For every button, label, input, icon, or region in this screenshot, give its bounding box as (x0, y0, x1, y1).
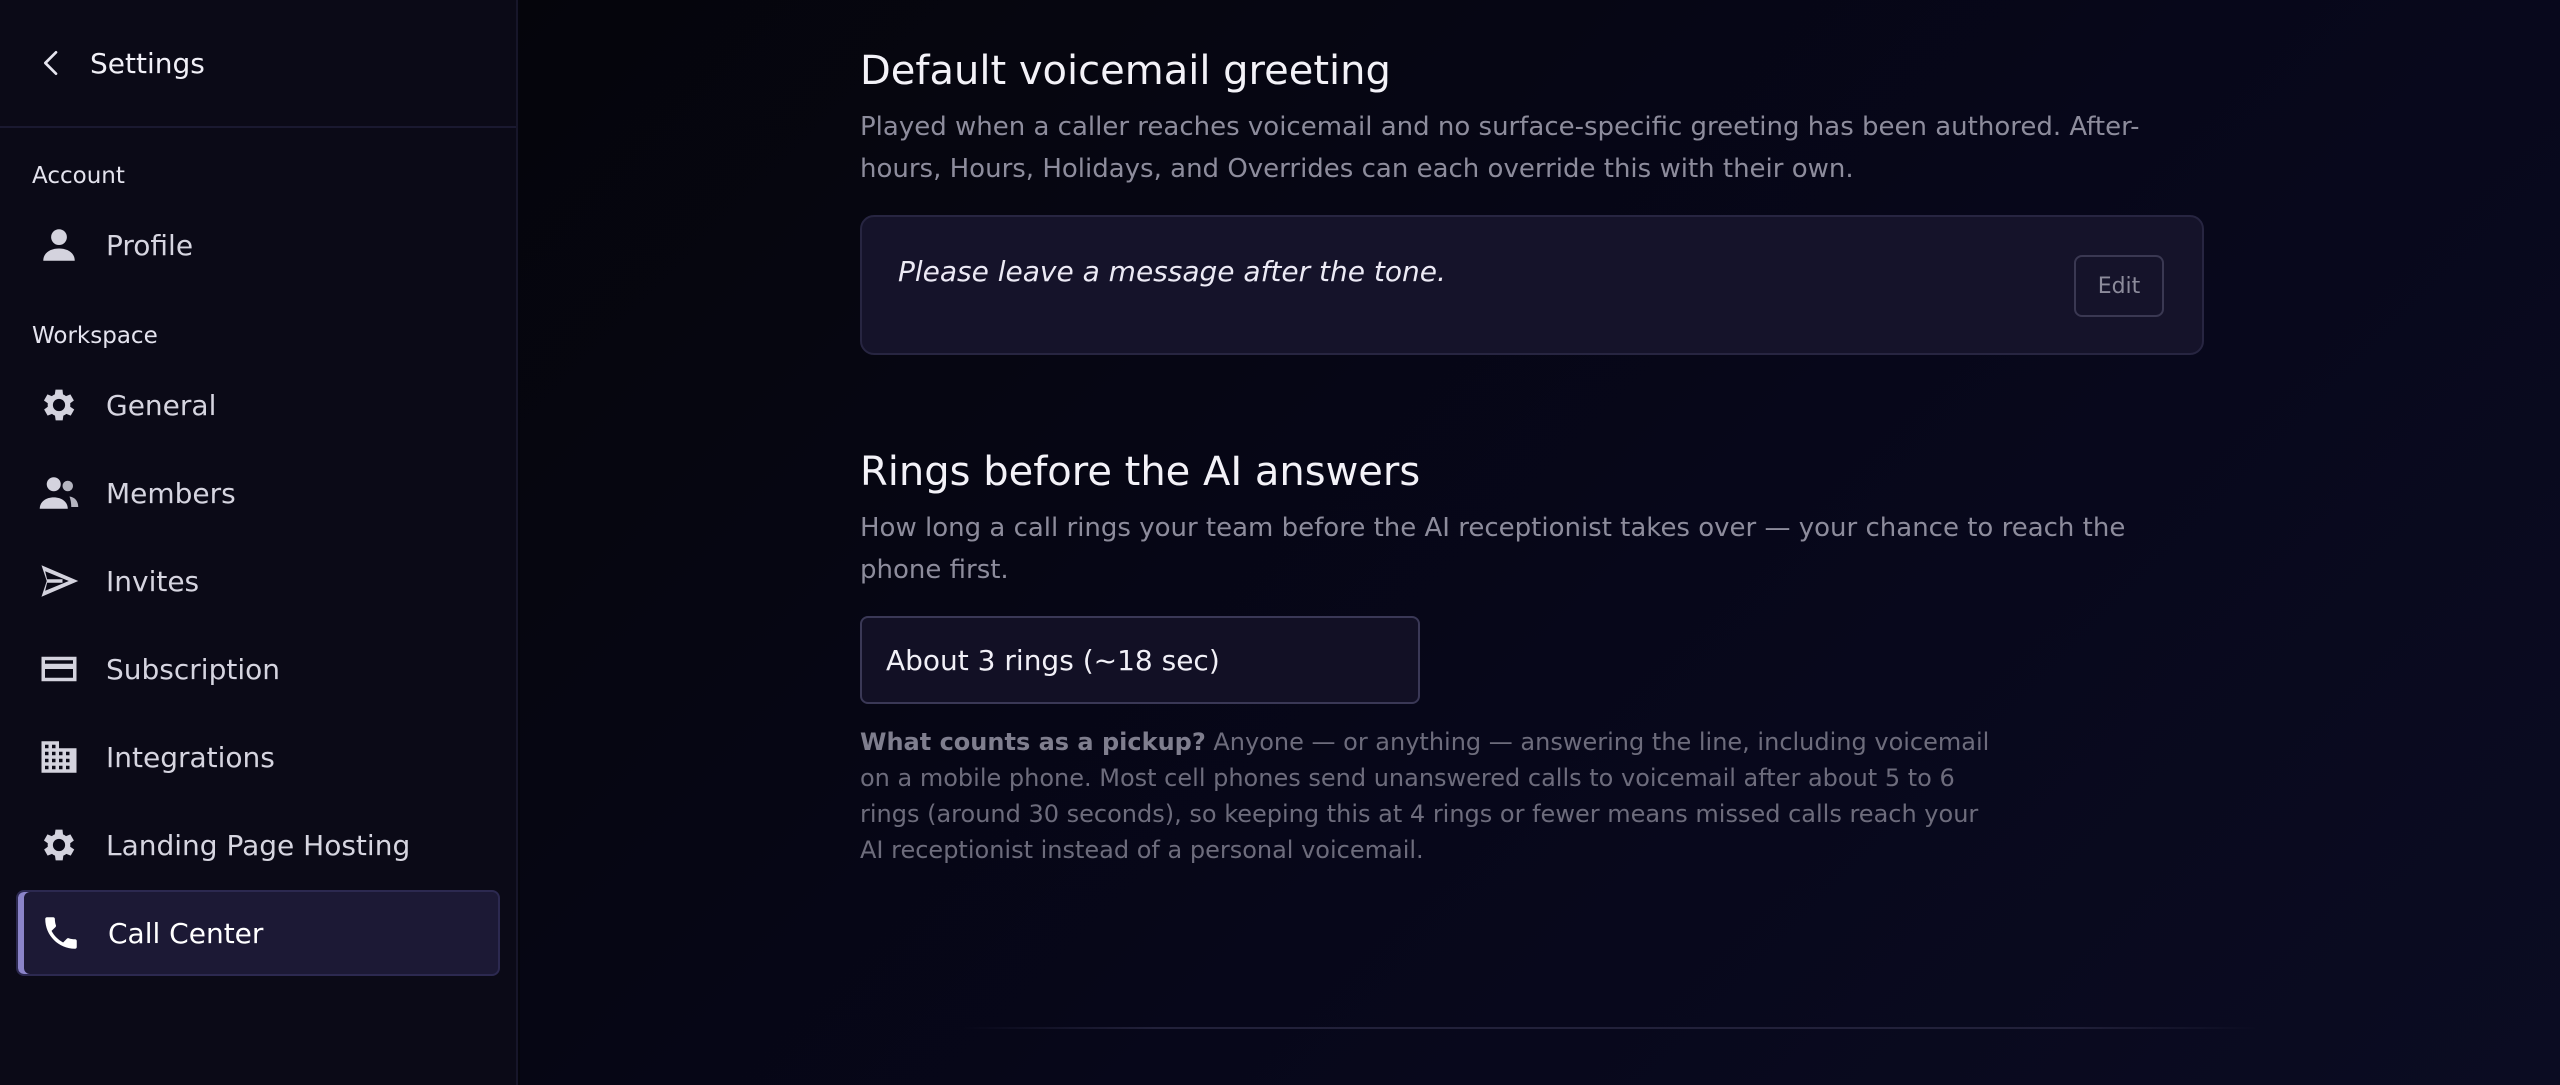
sidebar-item-label: Integrations (106, 740, 275, 774)
sidebar-title: Settings (90, 46, 205, 80)
credit-card-icon (36, 646, 82, 692)
chevron-left-icon (43, 51, 58, 75)
back-button[interactable] (36, 47, 68, 79)
sidebar-header: Settings (0, 0, 516, 128)
pickup-note-heading: What counts as a pickup? (860, 728, 1206, 756)
user-icon (36, 222, 82, 268)
voicemail-description: Played when a caller reaches voicemail a… (860, 112, 2140, 184)
rings-select-value: About 3 rings (~18 sec) (886, 643, 1220, 677)
sidebar-item-general[interactable]: General (16, 362, 500, 448)
sidebar-item-label: Subscription (106, 652, 280, 686)
edit-greeting-button[interactable]: Edit (2074, 255, 2164, 317)
users-icon (36, 470, 82, 516)
phone-icon (38, 910, 84, 956)
rings-select[interactable]: About 3 rings (~18 sec) (860, 616, 1420, 704)
gear-icon (36, 822, 82, 868)
voicemail-greeting-card: Please leave a message after the tone. E… (860, 215, 2204, 355)
sidebar-item-landing-page-hosting[interactable]: Landing Page Hosting (16, 802, 500, 888)
sidebar-item-profile[interactable]: Profile (16, 202, 500, 288)
section-label-workspace: Workspace (32, 323, 158, 349)
voicemail-greeting-text: Please leave a message after the tone. (898, 255, 1446, 288)
rings-description: How long a call rings your team before t… (860, 513, 2126, 585)
building-icon (36, 734, 82, 780)
sidebar-item-call-center[interactable]: Call Center (16, 890, 500, 976)
sidebar-item-label: Members (106, 476, 236, 510)
voicemail-title: Default voicemail greeting (860, 48, 1391, 94)
sidebar-item-label: Call Center (108, 916, 264, 950)
sidebar-item-invites[interactable]: Invites (16, 538, 500, 624)
call-center-settings-panel: Default voicemail greeting Played when a… (520, 0, 2560, 1085)
settings-sidebar: Settings Account Profile Workspace Gener… (0, 0, 518, 1085)
sidebar-item-label: General (106, 388, 217, 422)
rings-title: Rings before the AI answers (860, 449, 1421, 495)
pickup-note: What counts as a pickup? Anyone — or any… (860, 724, 1990, 868)
sidebar-item-label: Landing Page Hosting (106, 828, 411, 862)
sidebar-item-members[interactable]: Members (16, 450, 500, 536)
sidebar-item-subscription[interactable]: Subscription (16, 626, 500, 712)
sidebar-item-label: Invites (106, 564, 200, 598)
gear-icon (36, 382, 82, 428)
sidebar-item-label: Profile (106, 228, 194, 262)
section-label-account: Account (32, 163, 125, 189)
sidebar-item-integrations[interactable]: Integrations (16, 714, 500, 800)
send-icon (36, 558, 82, 604)
divider (960, 1027, 2260, 1029)
